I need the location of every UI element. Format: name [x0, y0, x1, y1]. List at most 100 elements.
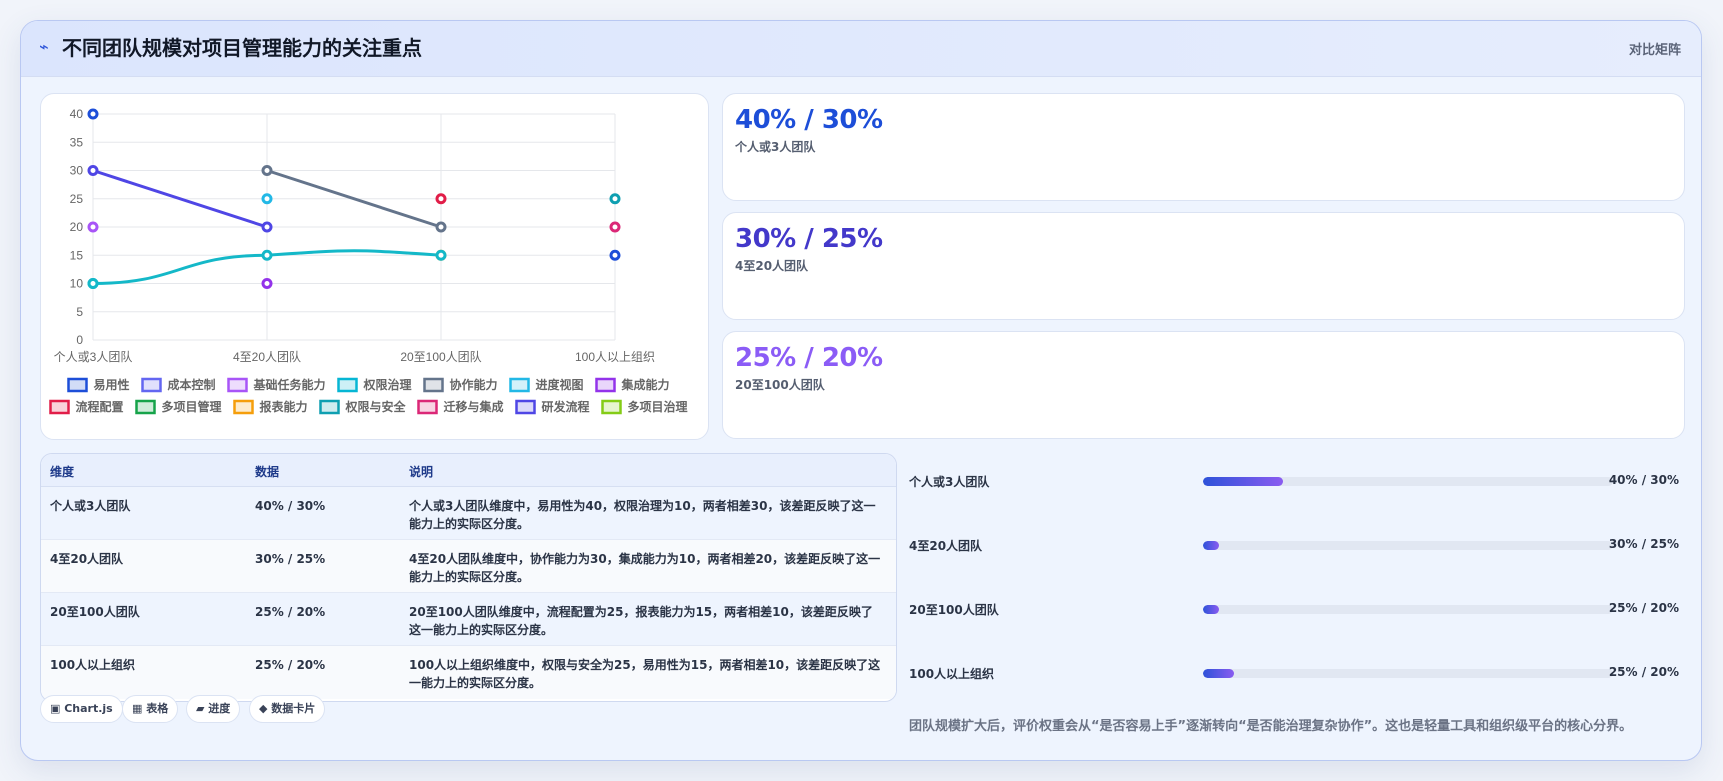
column-header-data: 数据 — [255, 465, 280, 479]
y-tick-label: 5 — [76, 305, 83, 319]
column-header-dimension: 维度 — [50, 465, 75, 479]
y-tick-label: 15 — [70, 248, 84, 262]
progress-fill — [1203, 669, 1234, 678]
legend-swatch — [135, 399, 156, 415]
series-line — [266, 249, 442, 257]
cell-dimension: 100人以上组织 — [50, 658, 136, 672]
progress-fill — [1203, 477, 1283, 486]
legend-label: 权限与安全 — [344, 399, 406, 414]
legend-label: 协作能力 — [450, 377, 498, 392]
legend-label: 基础任务能力 — [252, 377, 325, 392]
legend-swatch — [227, 377, 248, 393]
legend-label: 研发流程 — [542, 399, 590, 414]
table-row: 4至20人团队 30% / 25% 4至20人团队维度中，协作能力为30，集成能… — [41, 540, 896, 593]
legend-swatch — [337, 377, 358, 393]
chip-chartjs[interactable]: ▣ Chart.js — [40, 695, 123, 723]
data-point — [87, 165, 99, 176]
chip-progress[interactable]: ▰ 进度 — [186, 695, 241, 723]
data-point — [261, 249, 273, 261]
x-tick-label: 个人或3人团队 — [54, 349, 133, 364]
cell-dimension: 20至100人团队 — [50, 605, 140, 619]
data-point — [261, 193, 273, 205]
progress-label: 20至100人团队 — [909, 603, 999, 617]
legend-swatch — [417, 399, 438, 415]
cell-data: 25% / 20% — [255, 605, 326, 619]
data-point — [87, 278, 99, 289]
legend-swatch — [141, 377, 162, 393]
data-point — [261, 221, 273, 233]
data-point — [435, 193, 447, 205]
legend-swatch — [509, 377, 530, 393]
progress-track — [1203, 477, 1613, 486]
y-tick-label: 20 — [70, 220, 84, 234]
legend-label: 报表能力 — [259, 399, 307, 414]
table-header: 维度 数据 说明 — [41, 454, 896, 487]
y-tick-label: 30 — [70, 164, 84, 178]
data-point — [261, 278, 273, 289]
legend-swatch — [319, 399, 340, 415]
chip-table[interactable]: ▦ 表格 — [122, 695, 179, 723]
line-chart: 0 5 10 15 20 25 30 35 40 个人或3人团队 4至20人团队 20至100人团队 1… — [49, 107, 688, 415]
cell-desc: 个人或3人团队维度中，易用性为40，权限治理为10，两者相差30，该差距反映了这… — [409, 499, 876, 531]
chip-data-cards[interactable]: ◆ 数据卡片 — [249, 695, 326, 723]
legend-label: 成本控制 — [167, 377, 215, 392]
cell-data: 30% / 25% — [255, 552, 326, 566]
legend-label: 权限治理 — [362, 377, 411, 392]
progress-fill — [1203, 541, 1220, 550]
progress-track — [1203, 605, 1613, 614]
cell-desc: 100人以上组织维度中，权限与安全为25，易用性为15，两者相差10，该差距反映… — [409, 658, 881, 690]
legend-swatch — [423, 377, 444, 393]
y-tick-label: 0 — [76, 333, 83, 347]
summary-note: 团队规模扩大后，评价权重会从“是否容易上手”逐渐转向“是否能治理复杂协作”。这也… — [909, 719, 1633, 734]
data-table: 维度 数据 说明 个人或3人团队 40% / 30% 个人或3人团队维度中，易用… — [40, 453, 897, 702]
y-tick-label: 10 — [70, 277, 84, 291]
stat-label: 个人或3人团队 — [735, 140, 816, 154]
stat-card-small: 30% / 25% 4至20人团队 — [722, 212, 1685, 320]
data-point — [87, 108, 99, 120]
comparison-panel: ⌁ 不同团队规模对项目管理能力的关注重点 对比矩阵 0 5 10 15 20 25 30 35… — [20, 20, 1702, 761]
y-tick-label: 35 — [70, 135, 84, 149]
table-row: 100人以上组织 25% / 20% 100人以上组织维度中，权限与安全为25，… — [41, 646, 896, 699]
x-tick-label: 100人以上组织 — [575, 350, 655, 364]
legend-label: 易用性 — [93, 377, 129, 392]
stat-value: 25% / 20% — [735, 343, 883, 373]
legend-label: 多项目管理 — [161, 399, 221, 414]
y-tick-label: 40 — [70, 107, 84, 121]
progress-track — [1203, 669, 1613, 678]
stat-value: 40% / 30% — [735, 105, 883, 135]
legend-label: 迁移与集成 — [444, 399, 504, 414]
cell-data: 25% / 20% — [255, 658, 326, 672]
stat-value: 30% / 25% — [735, 224, 883, 254]
legend-swatch — [67, 377, 88, 393]
series-line — [92, 253, 268, 285]
stat-label: 4至20人团队 — [735, 259, 809, 273]
page-title: 不同团队规模对项目管理能力的关注重点 — [62, 36, 422, 60]
progress-value: 25% / 20% — [1608, 601, 1679, 615]
progress-track — [1203, 541, 1613, 550]
cell-dimension: 4至20人团队 — [50, 552, 124, 566]
legend-swatch — [595, 377, 616, 393]
table-row: 20至100人团队 25% / 20% 20至100人团队维度中，流程配置为25… — [41, 593, 896, 646]
line-chart-card: 0 5 10 15 20 25 30 35 40 个人或3人团队 4至20人团队 20至100人团队 1… — [40, 93, 709, 440]
cell-dimension: 个人或3人团队 — [50, 499, 131, 513]
data-point — [87, 221, 99, 233]
legend-label: 集成能力 — [621, 377, 670, 392]
cell-data: 40% / 30% — [255, 499, 326, 513]
legend-swatch — [49, 399, 70, 415]
stat-card-medium: 25% / 20% 20至100人团队 — [722, 331, 1685, 439]
progress-label: 个人或3人团队 — [909, 475, 990, 489]
progress-fill — [1203, 605, 1220, 614]
panel-header: ⌁ 不同团队规模对项目管理能力的关注重点 对比矩阵 — [21, 21, 1701, 77]
data-point — [435, 221, 447, 233]
legend-label: 多项目治理 — [628, 399, 688, 414]
stat-card-solo: 40% / 30% 个人或3人团队 — [722, 93, 1685, 201]
data-point — [609, 249, 621, 261]
progress-value: 30% / 25% — [1608, 537, 1679, 551]
stat-label: 20至100人团队 — [735, 378, 825, 392]
y-tick-label: 25 — [70, 192, 84, 206]
cell-desc: 4至20人团队维度中，协作能力为30，集成能力为10，两者相差20，该差距反映了… — [409, 552, 881, 584]
legend-label: 流程配置 — [75, 399, 123, 414]
data-point — [261, 165, 273, 176]
legend-label: 进度视图 — [536, 377, 584, 392]
data-point — [609, 193, 621, 205]
